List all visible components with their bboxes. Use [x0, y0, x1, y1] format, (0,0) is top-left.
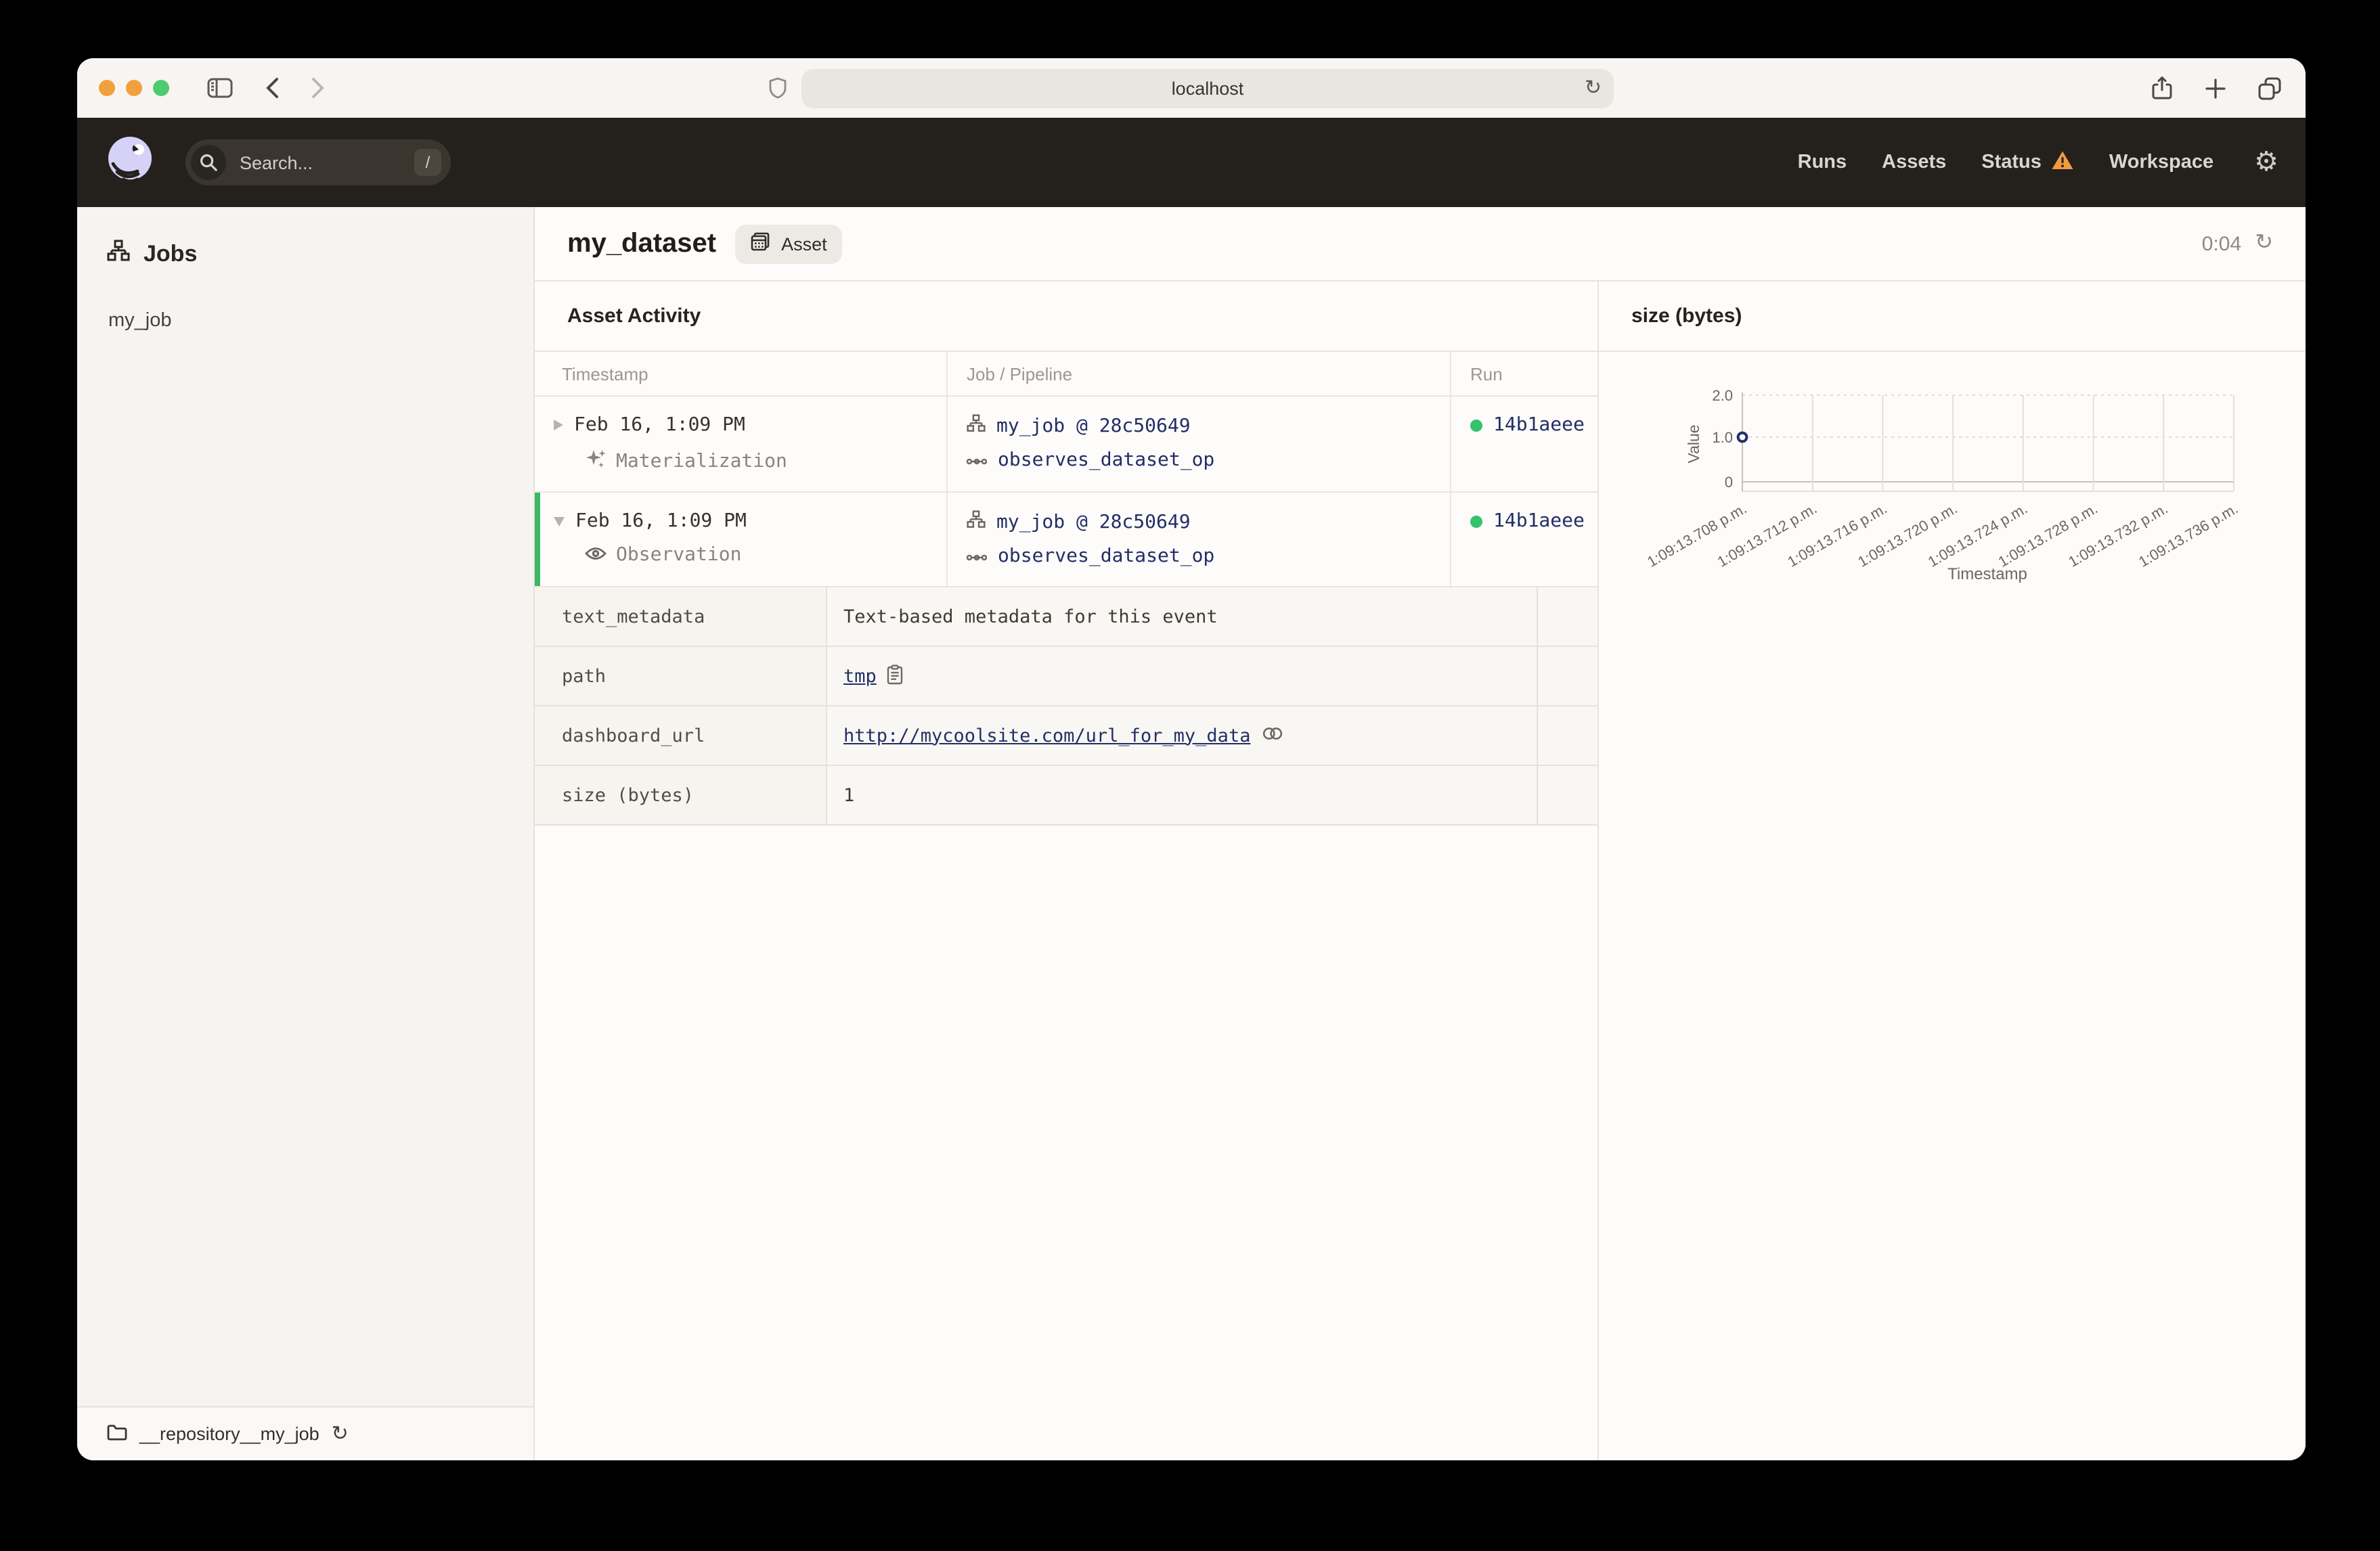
back-button-icon[interactable]: [265, 77, 279, 99]
traffic-light-zoom[interactable]: [153, 80, 169, 96]
address-bar-url: localhost: [1171, 78, 1244, 98]
event-type: Materialization: [616, 450, 787, 472]
observation-eye-icon: [585, 544, 607, 566]
job-icon: [967, 414, 986, 437]
address-bar[interactable]: localhost ↻: [801, 68, 1614, 108]
browser-window: localhost ↻ Search... / Runs Assets Stat…: [77, 58, 2306, 1460]
search-input[interactable]: Search... /: [185, 139, 451, 185]
folder-icon: [107, 1423, 127, 1445]
repository-reload-icon[interactable]: ↻: [332, 1424, 349, 1444]
tab-overview-icon[interactable]: [2258, 76, 2281, 99]
jobs-section-title: Jobs: [144, 241, 198, 267]
op-graph-icon: [966, 545, 988, 567]
nav-runs[interactable]: Runs: [1798, 152, 1847, 173]
app-header: Search... / Runs Assets Status Workspace…: [77, 118, 2306, 207]
x-axis-label: Timestamp: [1947, 565, 2027, 583]
metadata-row: dashboard_url http://mycoolsite.com/url_…: [535, 706, 1597, 766]
y-axis-label: Value: [1685, 424, 1702, 463]
traffic-light-minimize[interactable]: [126, 80, 142, 96]
metadata-row: size (bytes) 1: [535, 766, 1597, 826]
run-link[interactable]: 14b1aeee: [1493, 510, 1585, 532]
screen: localhost ↻ Search... / Runs Assets Stat…: [0, 0, 2380, 1551]
main-content: my_dataset Asset 0:04 ↻ Asset Activity T…: [535, 207, 2306, 1460]
settings-gear-icon[interactable]: ⚙: [2254, 149, 2278, 176]
search-placeholder: Search...: [240, 152, 313, 173]
job-link[interactable]: my_job @ 28c50649: [996, 415, 1191, 436]
refresh-timer: 0:04: [2201, 232, 2242, 255]
nav-assets[interactable]: Assets: [1882, 152, 1946, 173]
metadata-value: 1: [843, 784, 855, 806]
event-timestamp: Feb 16, 1:09 PM: [575, 510, 747, 532]
path-value-link[interactable]: tmp: [843, 665, 877, 687]
data-point: [1736, 431, 1748, 443]
chart-title: size (bytes): [1599, 282, 2306, 352]
op-link[interactable]: observes_dataset_op: [998, 545, 1214, 567]
repository-name: __repository__my_job: [139, 1424, 319, 1444]
asset-badge-label: Asset: [781, 233, 827, 254]
page-reload-icon[interactable]: ↻: [1585, 78, 1602, 98]
metadata-plot-panel: size (bytes) 2.0 1.0 0 Value Timestamp 1…: [1599, 282, 2306, 1460]
search-shortcut-key: /: [414, 149, 441, 176]
metadata-row: path tmp: [535, 647, 1597, 706]
asset-activity-title: Asset Activity: [535, 282, 1597, 352]
run-status-dot: [1470, 515, 1482, 527]
metadata-row: text_metadata Text-based metadata for th…: [535, 587, 1597, 647]
nav-workspace[interactable]: Workspace: [2109, 152, 2213, 173]
top-nav: Runs Assets Status Workspace ⚙: [1798, 149, 2278, 176]
dashboard-url-link[interactable]: http://mycoolsite.com/url_for_my_data: [843, 725, 1250, 746]
sidebar-toggle-icon[interactable]: [207, 77, 233, 99]
job-icon: [967, 510, 986, 533]
op-link[interactable]: observes_dataset_op: [998, 449, 1214, 471]
search-icon: [191, 145, 226, 180]
event-type: Observation: [616, 544, 742, 566]
table-row-materialization: Feb 16, 1:09 PM Materialization my_job @…: [535, 397, 1597, 493]
col-header-timestamp: Timestamp: [562, 363, 648, 384]
dagster-logo[interactable]: [104, 133, 156, 192]
asset-badge: Asset: [735, 224, 842, 263]
page-title: my_dataset: [567, 228, 717, 258]
metadata-value: Text-based metadata for this event: [843, 606, 1218, 627]
warning-triangle-icon: [2051, 150, 2074, 175]
jobs-icon: [107, 240, 130, 269]
table-row-observation: Feb 16, 1:09 PM Observation my_job @ 28c…: [535, 493, 1597, 587]
shield-icon[interactable]: [769, 77, 787, 99]
asset-table-icon: [750, 231, 772, 256]
jobs-section-header: Jobs: [77, 240, 533, 269]
traffic-light-close[interactable]: [99, 80, 115, 96]
asset-title-bar: my_dataset Asset 0:04 ↻: [535, 207, 2306, 282]
col-header-job: Job / Pipeline: [946, 352, 1450, 395]
run-link[interactable]: 14b1aeee: [1493, 414, 1585, 436]
collapse-caret-icon[interactable]: [554, 516, 565, 526]
external-link-icon[interactable]: [1261, 725, 1283, 746]
sidebar-item-my-job[interactable]: my_job: [77, 310, 533, 332]
copy-clipboard-icon[interactable]: [887, 664, 904, 688]
job-link[interactable]: my_job @ 28c50649: [996, 511, 1191, 533]
share-icon[interactable]: [2151, 76, 2173, 100]
new-tab-icon[interactable]: [2205, 78, 2226, 98]
browser-chrome: localhost ↻: [77, 58, 2306, 118]
metadata-key: dashboard_url: [535, 706, 826, 765]
metadata-key: path: [535, 647, 826, 705]
op-graph-icon: [966, 449, 988, 471]
y-tick-1: 1.0: [1712, 429, 1733, 446]
selected-row-indicator: [535, 493, 540, 586]
refresh-icon[interactable]: ↻: [2255, 232, 2273, 254]
y-tick-2: 2.0: [1712, 387, 1733, 404]
nav-status[interactable]: Status: [1981, 150, 2074, 175]
activity-table-header: Timestamp Job / Pipeline Run: [535, 352, 1597, 397]
event-timestamp: Feb 16, 1:09 PM: [574, 414, 745, 436]
left-sidebar: Jobs my_job __repository__my_job ↻: [77, 207, 535, 1460]
event-metadata-table: text_metadata Text-based metadata for th…: [535, 587, 1597, 826]
metadata-key: text_metadata: [535, 587, 826, 646]
materialization-icon: [585, 448, 607, 474]
expand-caret-icon[interactable]: [554, 420, 563, 430]
col-header-run: Run: [1450, 352, 1597, 395]
metadata-key: size (bytes): [535, 766, 826, 824]
size-bytes-chart: 2.0 1.0 0 Value Timestamp 1:09:13.708 p.…: [1644, 387, 2241, 583]
y-tick-0: 0: [1725, 474, 1733, 491]
forward-button-icon[interactable]: [311, 77, 325, 99]
asset-activity-panel: Asset Activity Timestamp Job / Pipeline …: [535, 282, 1599, 1460]
repository-footer: __repository__my_job ↻: [77, 1406, 533, 1460]
run-status-dot: [1470, 419, 1482, 431]
